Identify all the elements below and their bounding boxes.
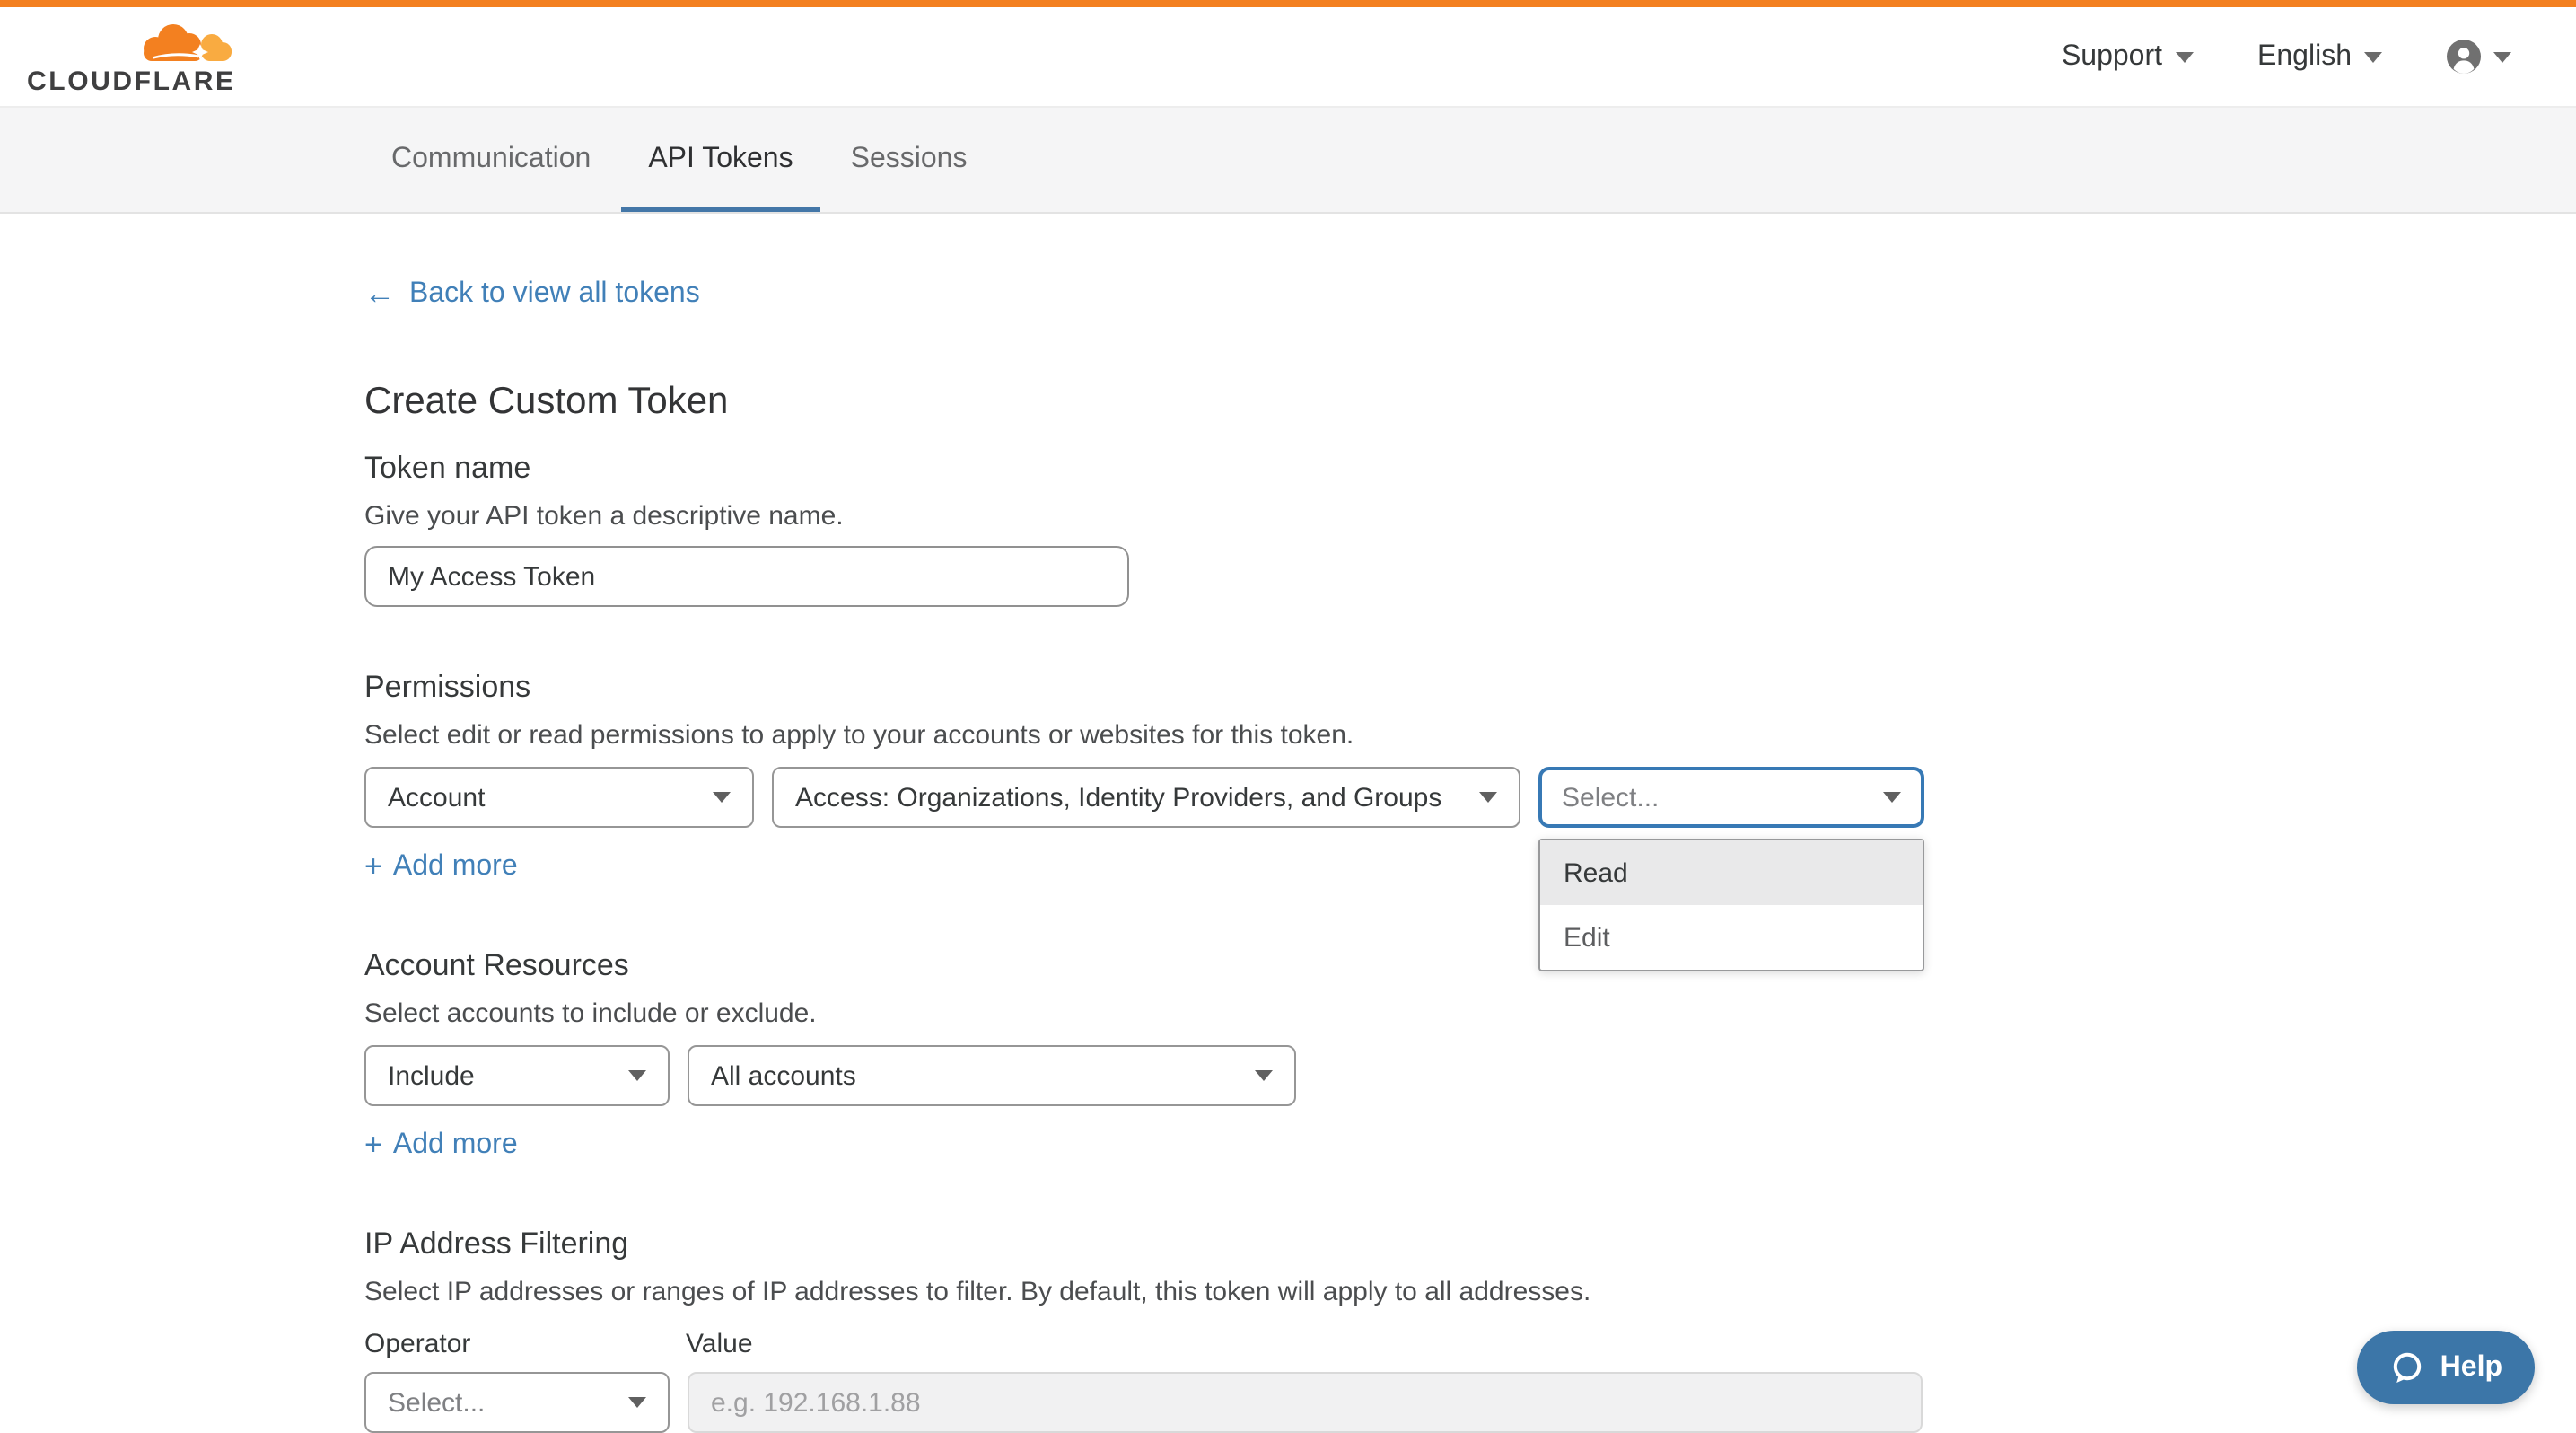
add-more-label: Add more — [393, 1131, 518, 1160]
permissions-add-more-link[interactable]: + Add more — [364, 853, 518, 882]
chevron-down-icon — [628, 1397, 646, 1408]
token-name-description: Give your API token a descriptive name. — [364, 503, 2576, 532]
operator-label: Operator — [364, 1331, 686, 1359]
token-name-input[interactable] — [364, 546, 1129, 607]
support-menu[interactable]: Support — [2062, 40, 2193, 73]
permission-access-placeholder: Select... — [1562, 782, 1659, 813]
ip-filtering-row: Select... — [364, 1372, 2576, 1433]
account-resources-description: Select accounts to include or exclude. — [364, 1000, 2576, 1029]
cloudflare-wordmark: CLOUDFLARE — [27, 69, 236, 94]
permissions-heading: Permissions — [364, 672, 2576, 704]
dropdown-option-read[interactable]: Read — [1540, 840, 1923, 905]
back-to-tokens-link[interactable]: ← Back to view all tokens — [364, 278, 700, 309]
page: CLOUDFLARE Support English Communicat — [0, 0, 2576, 1431]
main-content: ← Back to view all tokens Create Custom … — [0, 214, 2576, 1433]
tab-api-tokens[interactable]: API Tokens — [621, 108, 819, 212]
chevron-down-icon — [713, 792, 731, 803]
ip-filtering-labels: Operator Value — [364, 1331, 2576, 1359]
dropdown-option-edit[interactable]: Edit — [1540, 905, 1923, 970]
language-menu[interactable]: English — [2257, 40, 2382, 73]
tab-bar: Communication API Tokens Sessions — [0, 108, 2576, 214]
plus-icon: + — [364, 1131, 382, 1160]
resource-accounts-select[interactable]: All accounts — [688, 1045, 1296, 1106]
language-menu-label: English — [2257, 40, 2352, 73]
ip-filtering-heading: IP Address Filtering — [364, 1228, 2576, 1261]
help-button[interactable]: Help — [2358, 1331, 2535, 1404]
chevron-down-icon — [628, 1070, 646, 1081]
permission-access-select[interactable]: Select... — [1538, 767, 1924, 828]
permission-group-value: Access: Organizations, Identity Provider… — [795, 782, 1441, 813]
permission-scope-value: Account — [388, 782, 485, 813]
token-name-heading: Token name — [364, 453, 2576, 485]
value-label: Value — [686, 1331, 753, 1359]
ip-operator-placeholder: Select... — [388, 1387, 485, 1418]
chevron-down-icon — [2493, 51, 2511, 62]
ip-value-input[interactable] — [688, 1372, 1923, 1433]
cloudflare-cloud-icon — [139, 19, 236, 67]
ip-operator-select[interactable]: Select... — [364, 1372, 670, 1433]
top-accent-bar — [0, 0, 2576, 7]
permissions-row: Account Access: Organizations, Identity … — [364, 767, 2576, 828]
chevron-down-icon — [2175, 51, 2193, 62]
permissions-description: Select edit or read permissions to apply… — [364, 722, 2576, 751]
access-dropdown-menu: Read Edit — [1538, 839, 1924, 971]
chevron-down-icon — [1883, 792, 1901, 803]
help-button-label: Help — [2440, 1351, 2502, 1384]
back-link-label: Back to view all tokens — [409, 278, 700, 309]
chevron-down-icon — [1255, 1070, 1273, 1081]
chevron-down-icon — [2364, 51, 2382, 62]
permission-group-select[interactable]: Access: Organizations, Identity Provider… — [772, 767, 1520, 828]
plus-icon: + — [364, 853, 382, 882]
page-title: Create Custom Token — [364, 382, 2576, 422]
header-right: Support English — [2062, 40, 2511, 74]
add-more-label: Add more — [393, 853, 518, 882]
back-arrow-icon: ← — [364, 278, 395, 309]
chat-bubble-icon — [2390, 1349, 2426, 1385]
support-menu-label: Support — [2062, 40, 2162, 73]
cloudflare-logo[interactable]: CLOUDFLARE — [27, 19, 236, 94]
account-resources-row: Include All accounts — [364, 1045, 2576, 1106]
tab-communication[interactable]: Communication — [364, 108, 618, 212]
account-menu[interactable] — [2447, 40, 2511, 74]
permission-access-select-stack: Select... Read Edit — [1538, 767, 1924, 828]
chevron-down-icon — [1479, 792, 1497, 803]
account-resources-add-more-link[interactable]: + Add more — [364, 1131, 518, 1160]
resource-mode-value: Include — [388, 1060, 475, 1091]
user-avatar-icon — [2447, 40, 2481, 74]
resource-accounts-value: All accounts — [711, 1060, 856, 1091]
ip-filtering-description: Select IP addresses or ranges of IP addr… — [364, 1279, 2576, 1307]
account-resources-heading: Account Resources — [364, 950, 2576, 982]
permission-scope-select[interactable]: Account — [364, 767, 754, 828]
tab-sessions[interactable]: Sessions — [824, 108, 994, 212]
header: CLOUDFLARE Support English — [0, 7, 2576, 108]
resource-mode-select[interactable]: Include — [364, 1045, 670, 1106]
